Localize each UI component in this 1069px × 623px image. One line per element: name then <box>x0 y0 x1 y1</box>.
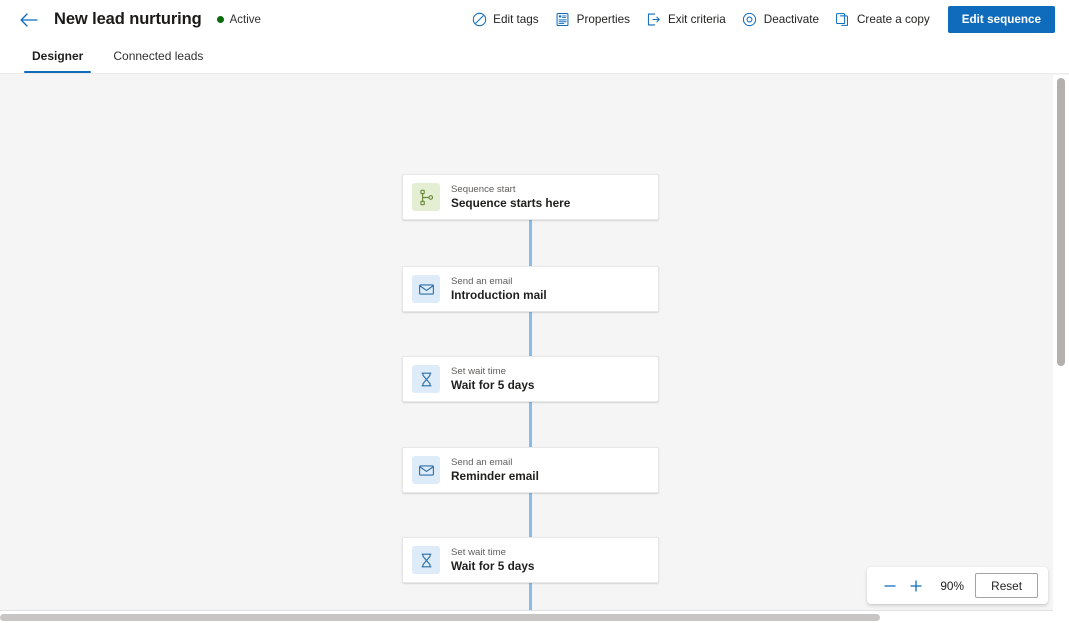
zoom-out-button[interactable] <box>877 573 903 599</box>
flow-node-subtitle: Set wait time <box>451 365 506 377</box>
flow-node-text: Set wait time Wait for 5 days <box>451 547 534 574</box>
tab-connected-leads[interactable]: Connected leads <box>103 39 213 73</box>
flow-node-title: Wait for 5 days <box>451 558 535 573</box>
edit-tags-label: Edit tags <box>493 13 539 26</box>
vertical-scrollbar[interactable] <box>1053 75 1069 623</box>
edit-tags-button[interactable]: Edit tags <box>463 6 546 34</box>
flow-node-subtitle: Set wait time <box>451 546 506 558</box>
flow-node-title: Sequence starts here <box>451 195 571 210</box>
create-a-copy-button[interactable]: Create a copy <box>827 6 938 34</box>
properties-button[interactable]: Properties <box>547 6 638 34</box>
edit-sequence-button[interactable]: Edit sequence <box>947 6 1055 33</box>
envelope-icon <box>412 456 440 484</box>
vertical-scrollbar-thumb[interactable] <box>1057 78 1065 366</box>
flow-branch-icon <box>412 183 440 211</box>
create-a-copy-label: Create a copy <box>856 13 930 26</box>
flow-node-subtitle: Send an email <box>451 275 513 287</box>
arrow-left-icon <box>20 12 38 27</box>
status-dot-icon <box>216 16 224 23</box>
zoom-level-label: 90% <box>940 578 964 593</box>
deactivate-button[interactable]: Deactivate <box>734 6 827 34</box>
exit-criteria-button[interactable]: Exit criteria <box>638 6 734 34</box>
flow-node-subtitle: Sequence start <box>451 183 516 195</box>
horizontal-scrollbar-thumb[interactable] <box>0 614 880 621</box>
connector-line <box>529 402 532 447</box>
flow-node-title: Introduction mail <box>451 287 547 302</box>
flow-node-sequence-start[interactable]: Sequence start Sequence starts here <box>402 174 659 220</box>
back-button[interactable] <box>16 7 42 33</box>
plus-icon <box>909 579 923 593</box>
flow-node-wait-5-days-1[interactable]: Set wait time Wait for 5 days <box>402 356 659 402</box>
status-label: Active <box>229 13 261 26</box>
page-title: New lead nurturing <box>54 10 202 28</box>
page-header: New lead nurturing Active Edit tags Prop… <box>0 0 1069 39</box>
flow-node-text: Send an email Reminder email <box>451 457 539 484</box>
sequence-flow: Sequence start Sequence starts here Send… <box>0 74 1053 622</box>
tab-bar: Designer Connected leads <box>0 39 1069 74</box>
flow-node-introduction-mail[interactable]: Send an email Introduction mail <box>402 266 659 312</box>
flow-node-text: Set wait time Wait for 5 days <box>451 366 534 393</box>
properties-label: Properties <box>576 13 630 26</box>
flow-node-subtitle: Send an email <box>451 456 513 468</box>
connector-line <box>529 220 532 266</box>
connector-line <box>529 312 532 356</box>
command-bar: Edit tags Properties Exit criteria Deact… <box>463 6 1055 34</box>
copy-icon <box>835 12 851 28</box>
minus-icon <box>883 579 897 593</box>
tab-designer[interactable]: Designer <box>22 39 93 73</box>
status-badge: Active <box>216 13 261 26</box>
flow-node-text: Send an email Introduction mail <box>451 276 547 303</box>
sign-out-icon <box>646 12 662 28</box>
deactivate-circle-icon <box>742 12 758 28</box>
designer-canvas[interactable]: Sequence start Sequence starts here Send… <box>0 74 1069 622</box>
envelope-icon <box>412 275 440 303</box>
deactivate-label: Deactivate <box>763 13 819 26</box>
zoom-control: 90% Reset <box>867 567 1048 604</box>
flow-node-wait-5-days-2[interactable]: Set wait time Wait for 5 days <box>402 537 659 583</box>
horizontal-scrollbar[interactable] <box>0 610 1053 622</box>
exit-criteria-label: Exit criteria <box>667 13 726 26</box>
hourglass-icon <box>412 546 440 574</box>
flow-node-reminder-email[interactable]: Send an email Reminder email <box>402 447 659 493</box>
tag-icon <box>471 12 487 28</box>
properties-icon <box>555 12 571 28</box>
hourglass-icon <box>412 365 440 393</box>
zoom-in-button[interactable] <box>903 573 929 599</box>
flow-node-text: Sequence start Sequence starts here <box>451 184 570 211</box>
flow-node-title: Reminder email <box>451 468 539 483</box>
zoom-reset-button[interactable]: Reset <box>975 573 1038 598</box>
flow-node-title: Wait for 5 days <box>451 377 535 392</box>
connector-line <box>529 493 532 537</box>
